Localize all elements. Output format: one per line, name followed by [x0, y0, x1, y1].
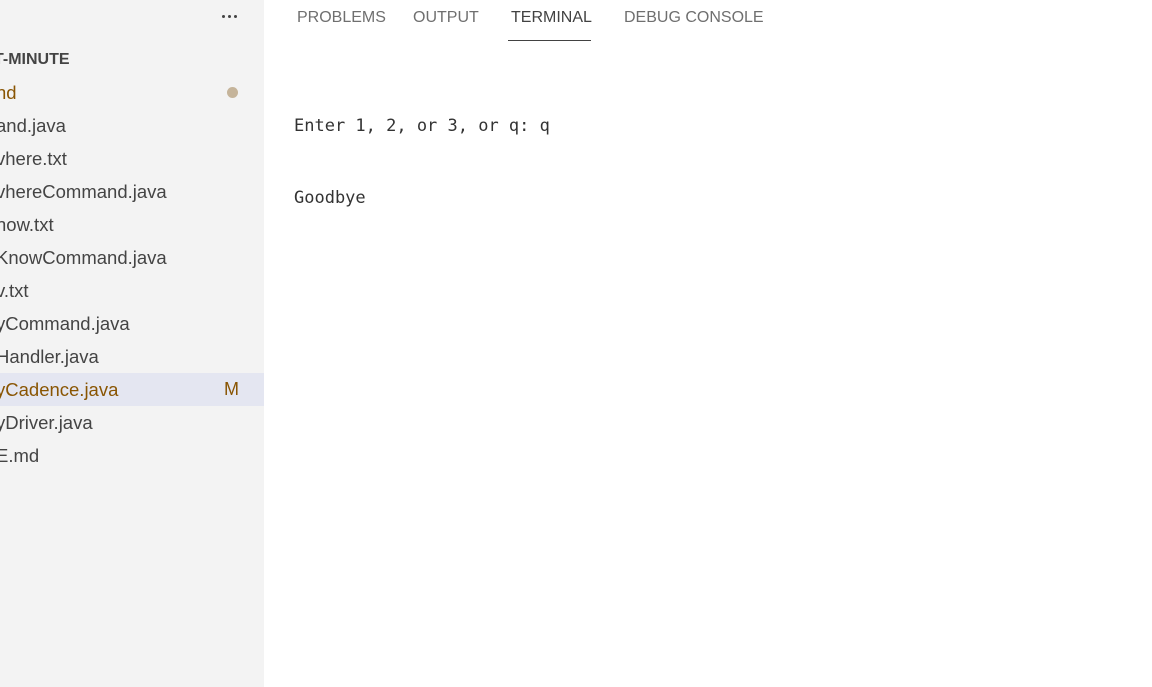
git-status-badge: M — [224, 379, 239, 399]
file-name: yCommand.java — [0, 313, 130, 334]
file-list: nd and.java vhere.txt vhereCommand.java … — [0, 76, 264, 472]
file-item[interactable]: E.md — [0, 439, 264, 472]
file-item-folder[interactable]: nd — [0, 76, 264, 109]
file-name: and.java — [0, 115, 66, 136]
tab-terminal[interactable]: TERMINAL — [511, 6, 592, 30]
tab-debug-console[interactable]: DEBUG CONSOLE — [624, 6, 764, 30]
file-item[interactable]: vhereCommand.java — [0, 175, 264, 208]
file-item[interactable]: KnowCommand.java — [0, 241, 264, 274]
file-item-selected[interactable]: yCadence.java M — [0, 373, 264, 406]
file-item[interactable]: yDriver.java — [0, 406, 264, 439]
terminal-line: Goodbye — [294, 188, 366, 208]
file-name: KnowCommand.java — [0, 247, 167, 268]
file-name: Handler.java — [0, 346, 99, 367]
bottom-panel: PROBLEMS OUTPUT TERMINAL DEBUG CONSOLE E… — [264, 0, 1152, 687]
panel-tabs: PROBLEMS OUTPUT TERMINAL DEBUG CONSOLE — [264, 0, 1152, 42]
file-name: yDriver.java — [0, 412, 93, 433]
file-item[interactable]: yCommand.java — [0, 307, 264, 340]
modified-dot-icon — [227, 87, 238, 98]
file-item[interactable]: and.java — [0, 109, 264, 142]
sidebar-header — [0, 0, 264, 34]
file-name: now.txt — [0, 214, 54, 235]
file-item[interactable]: Handler.java — [0, 340, 264, 373]
explorer-sidebar: T-MINUTE nd and.java vhere.txt vhereComm… — [0, 0, 264, 687]
file-name: nd — [0, 82, 17, 103]
ellipsis-icon[interactable] — [216, 4, 244, 28]
file-name: v.txt — [0, 280, 29, 301]
file-name: vhereCommand.java — [0, 181, 167, 202]
tab-problems[interactable]: PROBLEMS — [297, 6, 386, 30]
tab-output[interactable]: OUTPUT — [413, 6, 479, 30]
file-item[interactable]: now.txt — [0, 208, 264, 241]
file-name: vhere.txt — [0, 148, 67, 169]
file-name: E.md — [0, 445, 40, 466]
active-tab-indicator — [508, 40, 591, 41]
app-window: T-MINUTE nd and.java vhere.txt vhereComm… — [0, 0, 1152, 687]
terminal-output[interactable]: Enter 1, 2, or 3, or q: q Goodbye — [294, 66, 550, 258]
terminal-line: Enter 1, 2, or 3, or q: q — [294, 116, 550, 136]
file-item[interactable]: v.txt — [0, 274, 264, 307]
file-name: yCadence.java — [0, 379, 119, 400]
file-item[interactable]: vhere.txt — [0, 142, 264, 175]
folder-section-title[interactable]: T-MINUTE — [0, 49, 70, 71]
